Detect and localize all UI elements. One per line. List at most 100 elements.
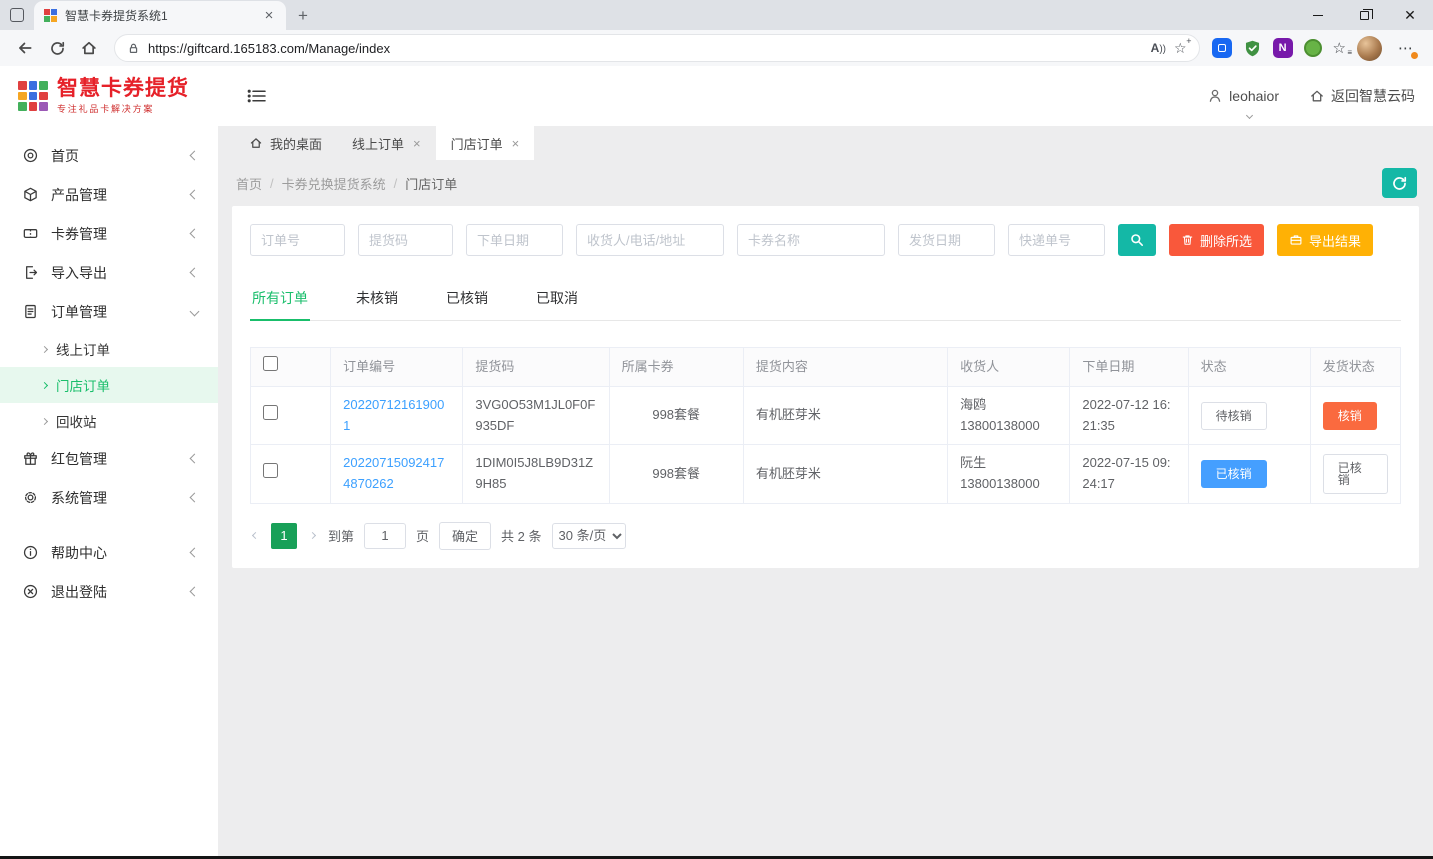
close-icon: ✕	[1404, 8, 1416, 22]
home-icon	[80, 39, 98, 57]
otab-unverified[interactable]: 未核销	[354, 280, 400, 320]
breadcrumb-home[interactable]: 首页	[236, 174, 282, 193]
sidebar-subitem-store-orders[interactable]: 门店订单	[0, 367, 218, 403]
extension-blue-icon[interactable]	[1212, 38, 1232, 58]
order-no-link[interactable]: 202207121619001	[343, 397, 444, 433]
add-favorite-icon[interactable]: ☆+	[1174, 41, 1187, 55]
order-no-link[interactable]: 202207150924174870262	[343, 455, 444, 491]
receiver-cell: 海鸥 13800138000	[948, 386, 1070, 445]
sidebar-item-orders[interactable]: 订单管理	[0, 292, 218, 331]
search-button[interactable]	[1118, 224, 1156, 256]
current-page-button[interactable]: 1	[271, 523, 297, 549]
col-status: 状态	[1188, 348, 1310, 387]
goto-confirm-button[interactable]: 确定	[439, 522, 491, 550]
sidebar-item-system[interactable]: 系统管理	[0, 478, 218, 517]
card-name-input[interactable]	[737, 224, 885, 256]
page-size-select[interactable]: 30 条/页	[552, 523, 626, 549]
verify-button[interactable]: 核销	[1323, 402, 1377, 430]
logo-title: 智慧卡券提货	[57, 77, 189, 100]
tab-actions-button[interactable]	[0, 0, 34, 30]
tab-close-icon[interactable]: ×	[260, 7, 278, 25]
tab-online-orders[interactable]: 线上订单 ×	[337, 126, 436, 160]
profile-avatar[interactable]	[1357, 36, 1382, 61]
sidebar-item-cards[interactable]: 卡券管理	[0, 214, 218, 253]
window-close-button[interactable]: ✕	[1387, 0, 1433, 30]
tracking-no-input[interactable]	[1008, 224, 1105, 256]
next-page-button[interactable]	[307, 533, 318, 538]
user-dropdown-caret-icon[interactable]	[1246, 112, 1253, 119]
browser-home-button[interactable]	[74, 33, 104, 63]
sidebar-item-products[interactable]: 产品管理	[0, 175, 218, 214]
help-info-icon	[22, 544, 39, 561]
sidebar-collapse-button[interactable]	[247, 87, 267, 105]
status-badge[interactable]: 已核销	[1201, 460, 1267, 488]
sidebar-item-redpacket[interactable]: 红包管理	[0, 439, 218, 478]
prev-page-button[interactable]	[250, 533, 261, 538]
app-logo[interactable]: 智慧卡券提货 专注礼品卡解决方案	[18, 77, 189, 115]
otab-verified[interactable]: 已核销	[444, 280, 490, 320]
tab-my-desktop[interactable]: 我的桌面	[234, 126, 337, 160]
order-date-cell: 2022-07-12 16:21:35	[1070, 386, 1188, 445]
reload-button[interactable]	[42, 33, 72, 63]
home-dashboard-icon	[22, 147, 39, 164]
return-cloud-link[interactable]: 返回智慧云码	[1309, 86, 1415, 106]
otab-cancelled[interactable]: 已取消	[534, 280, 580, 320]
new-tab-button[interactable]: +	[294, 7, 312, 25]
sidebar-item-import-export[interactable]: 导入导出	[0, 253, 218, 292]
sidebar-item-home[interactable]: 首页	[0, 136, 218, 175]
chevron-down-icon	[190, 307, 200, 317]
col-ship-status: 发货状态	[1310, 348, 1400, 387]
card-name-cell: 998套餐	[609, 386, 743, 445]
otab-all[interactable]: 所有订单	[250, 280, 310, 320]
window-restore-button[interactable]	[1341, 0, 1387, 30]
chevron-left-icon	[190, 587, 200, 597]
goto-page-input[interactable]	[364, 523, 406, 549]
export-results-button[interactable]: 导出结果	[1277, 224, 1373, 256]
sidebar: 首页 产品管理 卡券管理 导入导出 订单管理 线上订单	[0, 126, 218, 856]
chevron-left-icon	[190, 151, 200, 161]
home-outline-icon	[1309, 88, 1325, 104]
col-pickup-code: 提货码	[463, 348, 609, 387]
green-circle-extension-icon[interactable]	[1304, 39, 1322, 57]
logo-subtitle: 专注礼品卡解决方案	[57, 102, 189, 115]
header-right: leohaior 返回智慧云码	[1207, 86, 1415, 106]
notes-extension-icon[interactable]: N	[1273, 38, 1293, 58]
order-no-input[interactable]	[250, 224, 345, 256]
sidebar-item-help[interactable]: 帮助中心	[0, 533, 218, 572]
ship-date-input[interactable]	[898, 224, 995, 256]
user-menu[interactable]: leohaior	[1207, 88, 1279, 104]
reload-icon	[49, 40, 66, 57]
page-refresh-button[interactable]	[1382, 168, 1417, 198]
address-bar[interactable]: https://giftcard.165183.com/Manage/index…	[114, 34, 1200, 62]
pickup-code-input[interactable]	[358, 224, 453, 256]
back-button[interactable]	[10, 33, 40, 63]
verified-badge[interactable]: 已核销	[1323, 454, 1388, 494]
status-badge[interactable]: 待核销	[1201, 402, 1267, 430]
receiver-input[interactable]	[576, 224, 724, 256]
col-card: 所属卡券	[609, 348, 743, 387]
favorites-hub-icon[interactable]: ☆≡	[1333, 41, 1346, 56]
window-minimize-button[interactable]	[1295, 0, 1341, 30]
row-checkbox[interactable]	[263, 405, 278, 420]
tab-close-icon[interactable]: ×	[413, 136, 421, 151]
sidebar-item-logout[interactable]: 退出登陆	[0, 572, 218, 611]
shield-extension-icon[interactable]	[1243, 39, 1262, 58]
main-content: 我的桌面 线上订单 × 门店订单 × 首页 卡券兑换提货系统 门店订单	[218, 126, 1433, 856]
browser-tab[interactable]: 智慧卡券提货系统1 ×	[34, 1, 286, 30]
receiver-cell: 阮生 13800138000	[948, 445, 1070, 504]
breadcrumb-system[interactable]: 卡券兑换提货系统	[282, 174, 406, 193]
coupon-ticket-icon	[22, 225, 39, 242]
url-text[interactable]: https://giftcard.165183.com/Manage/index	[148, 41, 1143, 56]
logo-pixel-icon	[18, 81, 48, 111]
read-aloud-icon[interactable]: A))	[1151, 41, 1166, 55]
select-all-checkbox[interactable]	[263, 356, 278, 371]
tab-store-orders[interactable]: 门店订单 ×	[436, 126, 535, 160]
delete-selected-button[interactable]: 删除所选	[1169, 224, 1264, 256]
tab-close-icon[interactable]: ×	[512, 136, 520, 151]
search-icon	[1129, 232, 1145, 248]
sidebar-subitem-online-orders[interactable]: 线上订单	[0, 331, 218, 367]
browser-menu-icon[interactable]: ⋯	[1393, 35, 1419, 61]
order-date-input[interactable]	[466, 224, 563, 256]
row-checkbox[interactable]	[263, 463, 278, 478]
sidebar-subitem-recycle-bin[interactable]: 回收站	[0, 403, 218, 439]
